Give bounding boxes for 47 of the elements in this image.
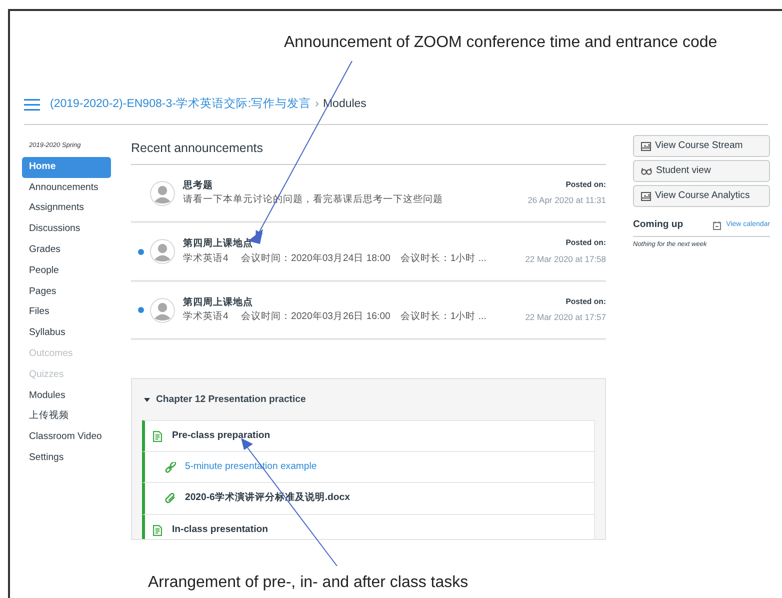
sidebar-item[interactable]: Syllabus xyxy=(22,323,111,344)
paperclip-icon xyxy=(165,493,176,504)
module-title[interactable]: Chapter 12 Presentation practice xyxy=(156,392,306,407)
action-button[interactable]: View Course Analytics xyxy=(633,185,770,207)
announcement-title[interactable]: 第四周上课地点 xyxy=(183,296,526,310)
sidebar-item[interactable]: Announcements xyxy=(22,178,111,198)
section-heading: Recent announcements xyxy=(131,135,606,165)
action-button[interactable]: Student view xyxy=(633,160,770,182)
posted-date: 26 Apr 2020 at 11:31 xyxy=(528,194,606,208)
sidebar-item[interactable]: 上传视频 xyxy=(22,406,111,428)
caret-icon[interactable] xyxy=(144,398,150,402)
annotation-text: Arrangement of pre-, in- and after class tasks xyxy=(148,574,468,591)
sidebar-item[interactable]: People xyxy=(22,260,111,282)
sidebar-item[interactable]: Settings xyxy=(22,448,111,469)
sidebar-item[interactable]: Grades xyxy=(22,240,111,261)
announcement-excerpt: 学术英语4 会议时间：2020年03月24日 18:00 会议时长：1小时 ... xyxy=(183,252,488,266)
avatar-icon xyxy=(150,239,175,264)
chart-icon xyxy=(641,142,651,150)
breadcrumb-link[interactable]: (2019-2020-2)-EN908-3-学术英语交际:写作与发言 xyxy=(50,96,312,114)
document-icon xyxy=(153,430,162,442)
menu-icon[interactable] xyxy=(24,98,40,110)
announcement-excerpt: 学术英语4 会议时间：2020年03月26日 16:00 会议时长：1小时 ... xyxy=(183,310,488,324)
action-button[interactable]: View Course Stream xyxy=(633,135,770,157)
avatar-icon xyxy=(150,298,175,322)
module-item[interactable]: Pre-class preparation xyxy=(142,420,595,452)
sidebar-item[interactable]: Assignments xyxy=(22,198,111,220)
sidebar-item[interactable]: Files xyxy=(22,302,111,324)
glasses-icon xyxy=(641,167,652,175)
announcement-title[interactable]: 第四周上课地点 xyxy=(183,237,526,252)
section-heading: Coming up xyxy=(633,218,684,232)
chart-icon xyxy=(641,192,651,200)
link-icon xyxy=(165,462,176,472)
sidebar-item[interactable]: Modules xyxy=(22,386,111,406)
sidebar-item[interactable]: Discussions xyxy=(22,219,111,240)
module-item[interactable]: In-class presentation xyxy=(142,514,595,540)
document-icon xyxy=(153,524,162,536)
posted-date: 22 Mar 2020 at 17:58 xyxy=(525,252,606,266)
breadcrumb-separator: › xyxy=(315,96,319,112)
avatar-icon xyxy=(150,180,175,206)
calendar-icon xyxy=(713,220,722,230)
posted-date: 22 Mar 2020 at 17:57 xyxy=(525,311,606,324)
announcement-title[interactable]: 思考题 xyxy=(183,178,528,193)
sidebar-item[interactable]: Pages xyxy=(22,282,111,302)
annotation-text: Announcement of ZOOM conference time and entrance code xyxy=(284,34,718,51)
sidebar-item[interactable]: Classroom Video xyxy=(22,427,111,448)
module-item-title[interactable]: Pre-class preparation xyxy=(172,428,270,444)
module-item-title[interactable]: In-class presentation xyxy=(172,522,268,538)
